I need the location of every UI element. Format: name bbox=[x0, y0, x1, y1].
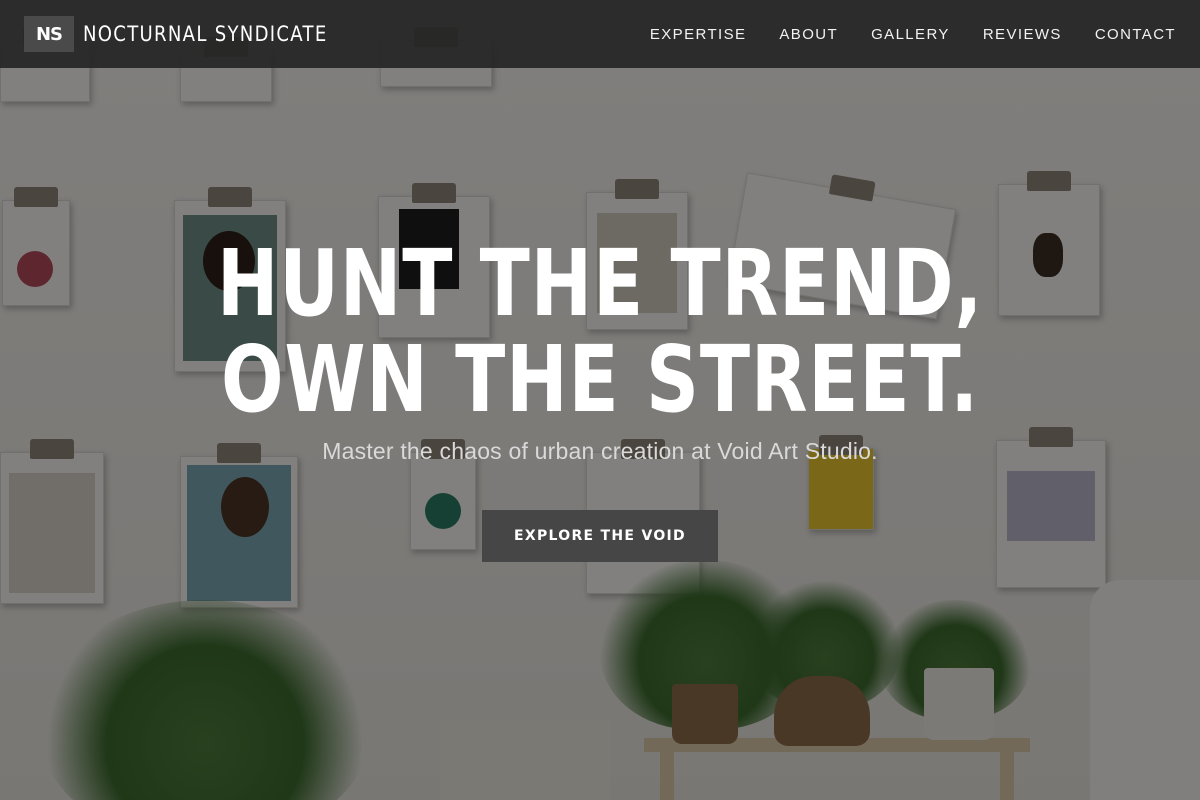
nav-link-reviews[interactable]: REVIEWS bbox=[983, 26, 1062, 43]
brand-name[interactable]: NOCTURNAL SYNDICATE bbox=[83, 22, 328, 46]
hero-title: HUNT THE TREND, OWN THE STREET. bbox=[120, 236, 1080, 428]
nav-link-expertise[interactable]: EXPERTISE bbox=[650, 26, 747, 43]
hero-subtitle: Master the chaos of urban creation at Vo… bbox=[322, 438, 878, 464]
hero-title-line-1: HUNT THE TREND, bbox=[216, 230, 984, 337]
logo-mark[interactable]: NS bbox=[24, 16, 74, 52]
nav-link-about[interactable]: ABOUT bbox=[779, 26, 838, 43]
navbar: NS NOCTURNAL SYNDICATE EXPERTISE ABOUT G… bbox=[0, 0, 1200, 68]
hero-title-line-2: OWN THE STREET. bbox=[220, 326, 980, 433]
brand[interactable]: NS NOCTURNAL SYNDICATE bbox=[24, 16, 367, 52]
hero-content: HUNT THE TREND, OWN THE STREET. Master t… bbox=[0, 236, 1200, 465]
explore-the-void-button[interactable]: EXPLORE THE VOID bbox=[482, 510, 718, 562]
nav-link-contact[interactable]: CONTACT bbox=[1095, 26, 1176, 43]
nav-link-gallery[interactable]: GALLERY bbox=[871, 26, 950, 43]
nav-links: EXPERTISE ABOUT GALLERY REVIEWS CONTACT bbox=[617, 0, 1176, 68]
